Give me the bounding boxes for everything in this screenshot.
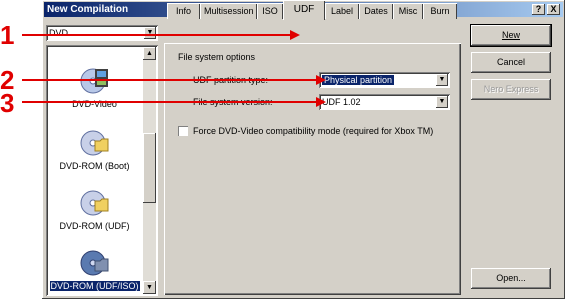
cancel-button[interactable]: Cancel — [471, 52, 551, 73]
tab-misc[interactable]: Misc — [393, 3, 423, 19]
dvd-rom-udf-icon — [80, 187, 110, 217]
dvd-video-compat-label[interactable]: Force DVD-Video compatibility mode (requ… — [193, 126, 433, 136]
list-item-label: DVD-ROM (UDF/ISO) — [48, 280, 141, 292]
list-item-dvd-rom-boot[interactable]: DVD-ROM (Boot) — [48, 127, 141, 171]
compilation-type-list[interactable]: DVD-Video DVD-ROM (Boot) DVD-ROM (UDF) D… — [46, 45, 158, 296]
open-button-label: Open... — [496, 273, 526, 283]
callout-arrow-3 — [22, 101, 320, 103]
help-button[interactable]: ? — [532, 4, 545, 15]
chevron-down-icon[interactable]: ▼ — [144, 27, 156, 39]
callout-arrowhead-1 — [290, 30, 300, 40]
callout-arrowhead-3 — [316, 97, 326, 107]
tab-label[interactable]: Label — [325, 3, 359, 19]
close-button[interactable]: X — [547, 4, 560, 15]
tab-multisession[interactable]: Multisession — [200, 3, 257, 19]
open-button[interactable]: Open... — [471, 268, 551, 289]
callout-arrow-2 — [22, 79, 320, 81]
list-scrollbar[interactable]: ▲ ▼ — [143, 47, 156, 294]
dvd-video-compat-checkbox[interactable] — [178, 126, 188, 136]
tab-iso[interactable]: ISO — [257, 3, 283, 19]
tab-dates[interactable]: Dates — [359, 3, 393, 19]
section-title: File system options — [178, 52, 256, 62]
partition-type-value: Physical partition — [322, 75, 395, 85]
tab-udf[interactable]: UDF — [283, 0, 325, 20]
chevron-down-icon[interactable]: ▼ — [436, 96, 448, 108]
partition-type-select[interactable]: Physical partition ▼ — [319, 72, 450, 88]
media-type-value: DVD — [49, 28, 69, 38]
list-item-dvd-rom-udf[interactable]: DVD-ROM (UDF) — [48, 187, 141, 231]
fs-version-value: UDF 1.02 — [322, 97, 361, 107]
nero-express-button[interactable]: Nero Express — [471, 79, 551, 100]
callout-arrow-1 — [22, 34, 292, 36]
callout-number-1: 1 — [0, 20, 15, 50]
scroll-up-icon[interactable]: ▲ — [143, 47, 156, 60]
media-type-select[interactable]: DVD ▼ — [46, 25, 158, 41]
new-button[interactable]: New — [471, 25, 551, 46]
fs-version-select[interactable]: UDF 1.02 ▼ — [319, 94, 450, 110]
dvd-rom-boot-icon — [80, 127, 110, 157]
list-item-dvd-rom-udf-iso[interactable]: DVD-ROM (UDF/ISO) — [48, 247, 141, 292]
dvd-rom-udf-iso-icon — [80, 247, 110, 277]
scroll-down-icon[interactable]: ▼ — [143, 281, 156, 294]
chevron-down-icon[interactable]: ▼ — [436, 74, 448, 86]
tab-burn[interactable]: Burn — [423, 3, 457, 19]
tab-info[interactable]: Info — [167, 3, 200, 19]
callout-arrowhead-2 — [316, 75, 326, 85]
nero-express-button-label: Nero Express — [483, 84, 539, 94]
new-button-label: New — [501, 30, 520, 40]
scroll-thumb[interactable] — [143, 133, 156, 203]
callout-number-3: 3 — [0, 88, 15, 118]
window-title: New Compilation — [47, 4, 129, 15]
list-item-label: DVD-ROM (UDF) — [59, 221, 130, 231]
cancel-button-label: Cancel — [496, 57, 525, 67]
list-item-label: DVD-ROM (Boot) — [59, 161, 130, 171]
